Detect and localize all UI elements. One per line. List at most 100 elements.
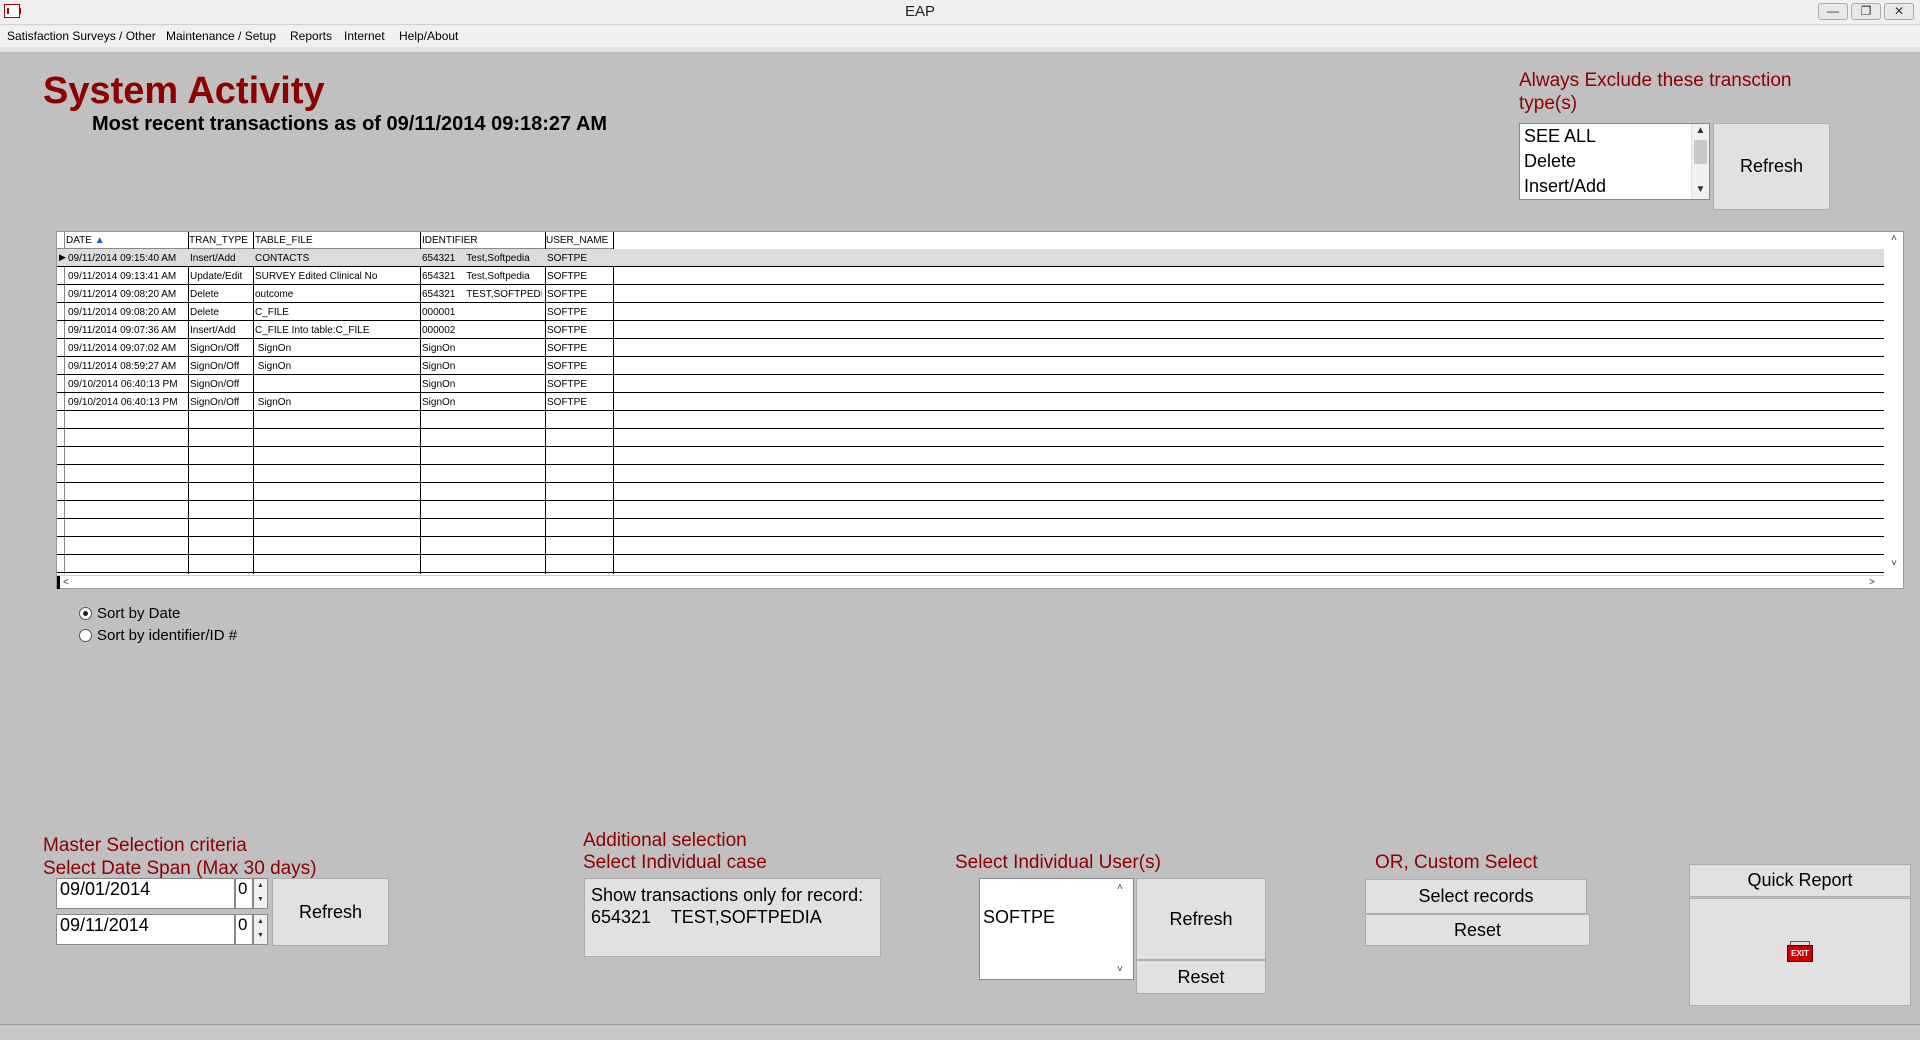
scroll-right-icon[interactable]: > — [1869, 576, 1875, 590]
table-cell: Delete — [190, 289, 219, 300]
scroll-up-icon[interactable]: ˄ — [1885, 232, 1903, 246]
header-date[interactable]: DATE ▲ — [66, 235, 105, 246]
menu-maintenance-setup[interactable]: Maintenance / Setup — [166, 25, 276, 47]
menu-help-about[interactable]: Help/About — [399, 25, 458, 47]
scroll-down-icon[interactable]: ˅ — [1117, 963, 1123, 977]
table-cell: 654321 Test,Softpedia — [422, 253, 530, 264]
table-row[interactable]: ▶ 09/11/2014 09:15:40 AM Insert/Add CONTACT… — [57, 249, 1884, 267]
scroll-thumb[interactable] — [1694, 140, 1707, 164]
table-cell: SOFTPE — [547, 379, 588, 390]
to-date-field[interactable]: 09/11/2014 — [56, 914, 235, 945]
table-cell: SOFTPE — [547, 397, 588, 408]
header-table-file[interactable]: TABLE_FILE — [255, 235, 313, 246]
minimize-button[interactable]: — — [1818, 3, 1848, 20]
header-tran-type[interactable]: TRAN_TYPE — [189, 235, 248, 246]
stepper-up-icon[interactable]: ▲ — [254, 915, 267, 929]
table-cell: Insert/Add — [190, 253, 236, 264]
table-cell: 000002 — [422, 325, 456, 336]
sort-by-identifier-label[interactable]: Sort by identifier/ID # — [97, 627, 237, 644]
stepper-down-icon[interactable]: ▼ — [254, 929, 267, 943]
from-offset-field[interactable]: 0 — [235, 878, 253, 909]
transactions-grid[interactable]: DATE ▲ TRAN_TYPE TABLE_FILE IDENTIFIER U… — [56, 231, 1904, 589]
exclude-option[interactable]: Delete — [1520, 149, 1709, 174]
scroll-down-icon[interactable]: ˅ — [1885, 557, 1903, 571]
exit-button[interactable]: EXIT — [1689, 898, 1911, 1006]
close-button[interactable]: ✕ — [1884, 3, 1914, 20]
table-row[interactable]: 09/11/2014 09:07:02 AM SignOn/Off SignOn S… — [57, 339, 1884, 357]
users-refresh-button[interactable]: Refresh — [1136, 878, 1266, 960]
individual-case-button[interactable]: Show transactions only for record: 65432… — [584, 878, 881, 957]
date-refresh-button[interactable]: Refresh — [272, 878, 389, 946]
scroll-down-icon[interactable]: ▼ — [1692, 183, 1709, 197]
grid-header: DATE ▲ TRAN_TYPE TABLE_FILE IDENTIFIER U… — [57, 232, 614, 249]
sort-by-date-radio[interactable] — [79, 607, 92, 620]
exclude-scrollbar[interactable]: ▲ ▼ — [1691, 124, 1709, 199]
page-subtitle: Most recent transactions as of 09/11/201… — [92, 113, 608, 135]
empty-row[interactable] — [57, 519, 1884, 537]
table-cell: SignOn/Off — [190, 343, 240, 354]
from-date-field[interactable]: 09/01/2014 — [56, 878, 235, 909]
status-bar — [0, 1024, 1920, 1040]
header-identifier[interactable]: IDENTIFIER — [422, 235, 478, 246]
exclude-option[interactable]: SEE ALL — [1520, 124, 1709, 149]
exclude-types-list[interactable]: SEE ALL Delete Insert/Add ▲ ▼ — [1519, 123, 1710, 200]
page-title: System Activity — [43, 70, 325, 112]
empty-row[interactable] — [57, 501, 1884, 519]
empty-row[interactable] — [57, 537, 1884, 555]
scroll-handle[interactable] — [57, 576, 60, 589]
exclude-refresh-button[interactable]: Refresh — [1713, 123, 1830, 210]
table-row[interactable]: 09/11/2014 09:08:20 AM Delete outcome 65432… — [57, 285, 1884, 303]
table-cell: 000001 — [422, 307, 456, 318]
stepper-down-icon[interactable]: ▼ — [254, 893, 267, 907]
user-option[interactable]: SOFTPE — [980, 879, 1133, 930]
menu-internet[interactable]: Internet — [344, 25, 385, 47]
users-reset-button[interactable]: Reset — [1136, 960, 1266, 994]
to-offset-field[interactable]: 0 — [235, 914, 253, 945]
sort-by-identifier-radio[interactable] — [79, 629, 92, 642]
table-cell: SOFTPE — [547, 307, 588, 318]
empty-row[interactable] — [57, 555, 1884, 573]
to-offset-stepper[interactable]: ▲ ▼ — [253, 914, 268, 945]
table-cell: 09/11/2014 09:07:02 AM — [68, 343, 177, 354]
users-list[interactable]: SOFTPE ˄ ˅ — [979, 878, 1134, 980]
custom-reset-button[interactable]: Reset — [1365, 914, 1590, 946]
table-cell: Update/Edit — [190, 271, 243, 282]
empty-row[interactable] — [57, 429, 1884, 447]
menu-reports[interactable]: Reports — [290, 25, 332, 47]
table-cell: SOFTPE — [547, 289, 588, 300]
table-row[interactable]: 09/11/2014 08:59:27 AM SignOn/Off SignOn S… — [57, 357, 1884, 375]
empty-row[interactable] — [57, 483, 1884, 501]
exclude-option[interactable]: Insert/Add — [1520, 174, 1709, 199]
select-records-button[interactable]: Select records — [1365, 879, 1587, 914]
table-row[interactable]: 09/11/2014 09:08:20 AM Delete C_FILE 000001… — [57, 303, 1884, 321]
table-cell: SignOn — [255, 361, 292, 372]
menu-satisfaction-surveys[interactable]: Satisfaction Surveys / Other — [7, 25, 156, 47]
table-cell: 09/11/2014 08:59:27 AM — [68, 361, 177, 372]
scroll-up-icon[interactable]: ▲ — [1692, 124, 1709, 138]
stepper-up-icon[interactable]: ▲ — [254, 879, 267, 893]
table-row[interactable]: 09/10/2014 06:40:13 PM SignOn/Off SignOn S… — [57, 393, 1884, 411]
table-cell: 654321 Test,Softpedia — [422, 271, 530, 282]
grid-hscrollbar[interactable]: < > — [57, 575, 1884, 590]
table-cell: SignOn — [422, 397, 456, 408]
menu-bar — [0, 25, 1920, 47]
header-user-name[interactable]: USER_NAME — [546, 235, 608, 246]
table-row[interactable]: 09/10/2014 06:40:13 PM SignOn/Off SignOn SO… — [57, 375, 1884, 393]
table-row[interactable]: 09/11/2014 09:13:41 AM Update/Edit SURVEY … — [57, 267, 1884, 285]
sort-by-date-label[interactable]: Sort by Date — [97, 605, 180, 622]
scroll-up-icon[interactable]: ˄ — [1117, 881, 1123, 895]
table-row[interactable]: 09/11/2014 09:07:36 AM Insert/Add C_FILE I… — [57, 321, 1884, 339]
empty-row[interactable] — [57, 447, 1884, 465]
grid-vscrollbar[interactable]: ˄ ˅ — [1885, 232, 1903, 574]
from-offset-stepper[interactable]: ▲ ▼ — [253, 878, 268, 909]
table-cell: SignOn/Off — [190, 361, 240, 372]
exit-sign-text: EXIT — [1787, 945, 1813, 962]
empty-row[interactable] — [57, 411, 1884, 429]
table-cell: SignOn — [255, 397, 292, 408]
restore-button[interactable]: ❐ — [1851, 3, 1881, 20]
empty-row[interactable] — [57, 465, 1884, 483]
table-cell: SOFTPE — [547, 325, 588, 336]
scroll-left-icon[interactable]: < — [63, 576, 69, 590]
quick-report-button[interactable]: Quick Report — [1689, 864, 1911, 897]
case-line2: 654321 TEST,SOFTPEDIA — [591, 907, 822, 927]
